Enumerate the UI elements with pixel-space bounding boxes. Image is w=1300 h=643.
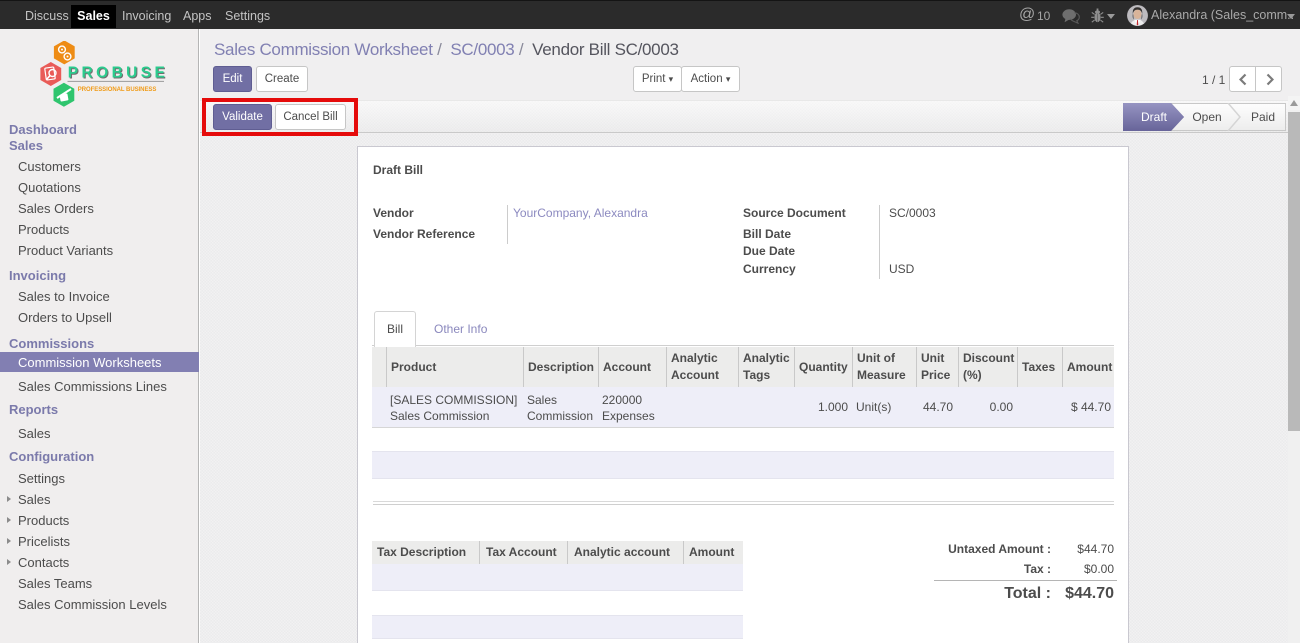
svg-text:PROFESSIONAL BUSINESS: PROFESSIONAL BUSINESS [78,87,157,93]
svg-text:PROBUSE: PROBUSE [68,65,168,82]
